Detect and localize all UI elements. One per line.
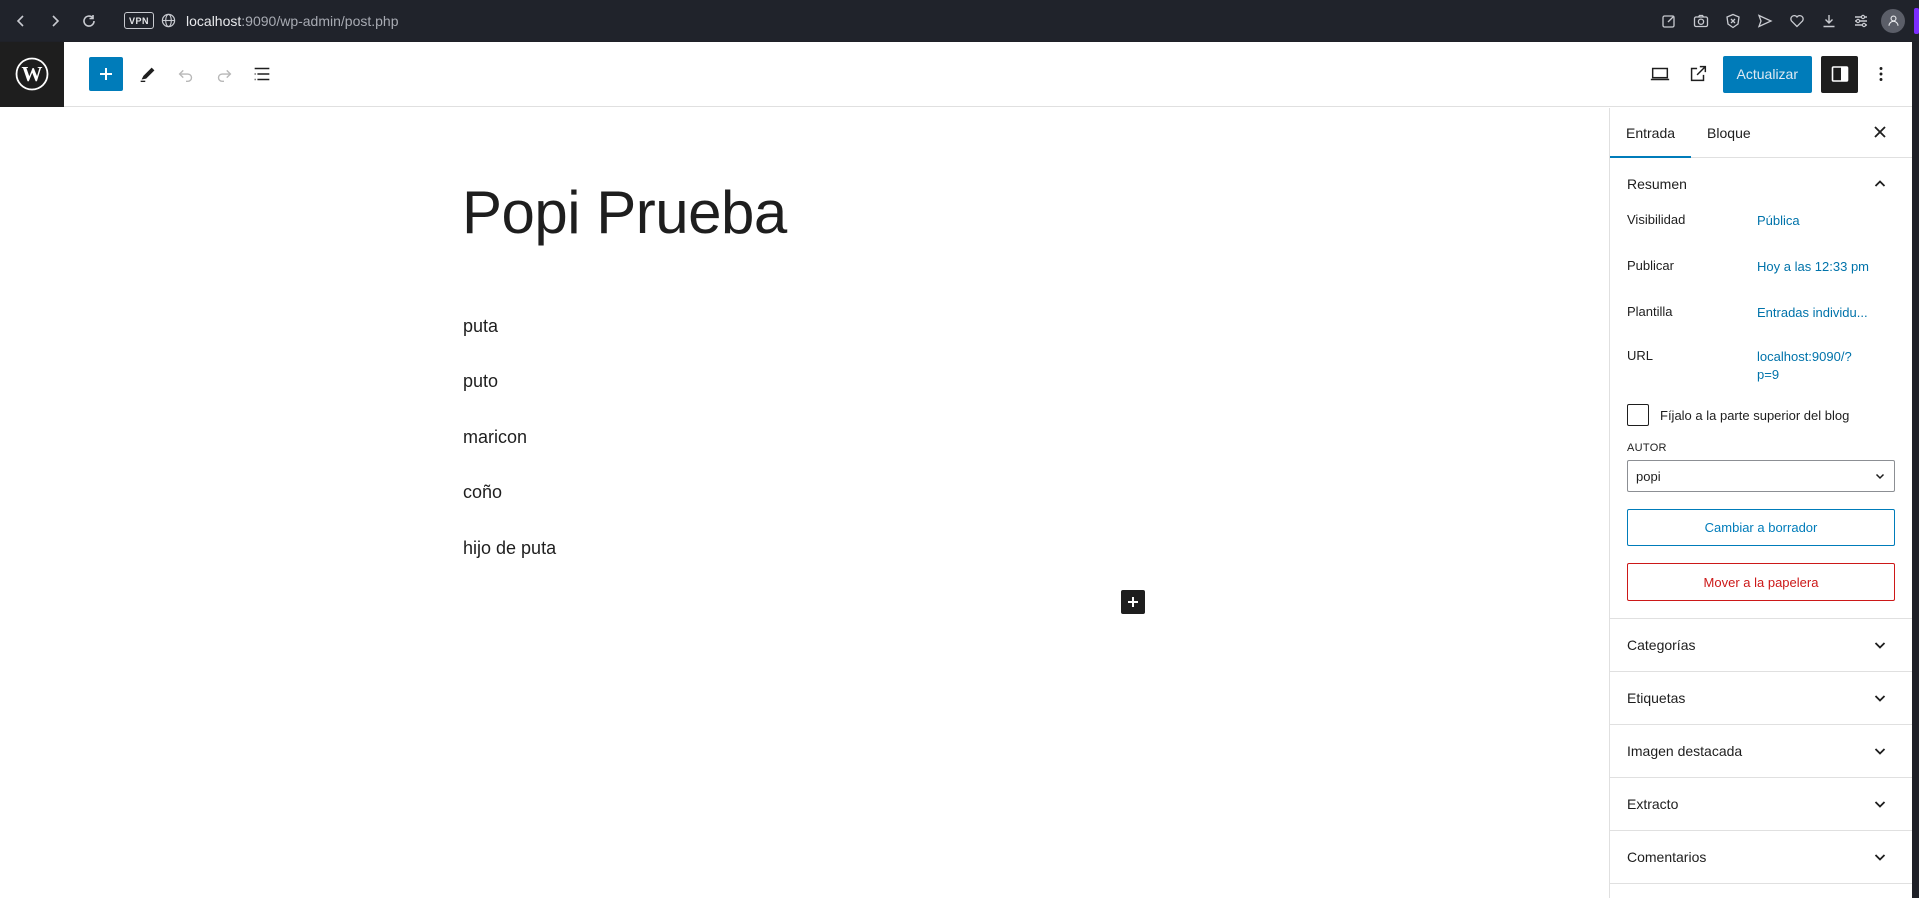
template-link[interactable]: Entradas individu...: [1757, 304, 1887, 340]
tab-entrada[interactable]: Entrada: [1610, 108, 1692, 158]
paragraph-block[interactable]: puta: [463, 316, 498, 337]
adblock-icon[interactable]: [1717, 6, 1749, 36]
sidebar-accent: [1914, 8, 1919, 34]
panel-categorias[interactable]: Categorías: [1610, 619, 1912, 672]
template-row: Plantilla Entradas individu...: [1610, 304, 1912, 340]
post-title[interactable]: Popi Prueba: [462, 178, 787, 247]
more-options-icon[interactable]: [1862, 56, 1900, 92]
sidebar-tabs: Entrada Bloque: [1610, 108, 1912, 158]
template-label: Plantilla: [1627, 304, 1673, 319]
chevron-down-icon: [1874, 695, 1886, 702]
url-row: URL localhost:9090/? p=9: [1610, 348, 1912, 396]
panel-extracto[interactable]: Extracto: [1610, 778, 1912, 831]
sticky-label: Fíjalo a la parte superior del blog: [1660, 407, 1850, 423]
chevron-down-icon: [1874, 642, 1886, 649]
vpn-badge[interactable]: VPN: [124, 12, 155, 29]
paragraph-block[interactable]: hijo de puta: [463, 538, 556, 559]
download-icon[interactable]: [1813, 6, 1845, 36]
panel-etiquetas[interactable]: Etiquetas: [1610, 672, 1912, 725]
reload-icon[interactable]: [74, 6, 104, 36]
panel-comentarios-label: Comentarios: [1627, 849, 1707, 865]
editor-header: W Actualizar: [0, 41, 1912, 107]
summary-panel: Resumen Visibilidad Pública Publicar Hoy…: [1610, 158, 1912, 619]
url-link-line1: localhost:9090/?: [1757, 349, 1852, 364]
visibility-label: Visibilidad: [1627, 212, 1686, 227]
author-select-value: popi: [1636, 468, 1661, 484]
chevron-down-icon: [1874, 748, 1886, 755]
move-to-trash-button[interactable]: Mover a la papelera: [1627, 563, 1895, 601]
add-block-button[interactable]: [89, 57, 123, 91]
url-path: :9090/wp-admin/post.php: [241, 12, 399, 29]
chevron-up-icon: [1874, 180, 1886, 187]
paragraph-block[interactable]: puto: [463, 371, 498, 392]
publish-row: Publicar Hoy a las 12:33 pm: [1610, 258, 1912, 294]
url-host: localhost: [186, 12, 242, 29]
browser-toolbar: VPN localhost:9090/wp-admin/post.php: [0, 0, 1919, 41]
redo-icon[interactable]: [205, 56, 243, 92]
paragraph-block[interactable]: maricon: [463, 427, 527, 448]
paragraph-block[interactable]: coño: [463, 482, 502, 503]
view-post-icon[interactable]: [1679, 56, 1717, 92]
profile-icon[interactable]: [1881, 8, 1905, 33]
summary-panel-toggle[interactable]: Resumen: [1610, 158, 1912, 210]
preview-device-icon[interactable]: [1641, 56, 1679, 92]
panel-imagen-destacada[interactable]: Imagen destacada: [1610, 725, 1912, 778]
document-overview-icon[interactable]: [243, 56, 281, 92]
wordpress-logo-icon[interactable]: W: [0, 41, 64, 107]
switch-to-draft-button[interactable]: Cambiar a borrador: [1627, 509, 1895, 546]
update-button[interactable]: Actualizar: [1722, 55, 1812, 93]
chevron-down-icon: [1874, 801, 1886, 808]
visibility-row: Visibilidad Pública: [1610, 212, 1912, 248]
svg-text:W: W: [22, 62, 43, 86]
author-select[interactable]: popi: [1627, 460, 1895, 492]
settings-sidebar-toggle-icon[interactable]: [1821, 55, 1858, 93]
visibility-link[interactable]: Pública: [1757, 212, 1887, 248]
edit-page-icon[interactable]: [1653, 6, 1685, 36]
heart-icon[interactable]: [1781, 6, 1813, 36]
editor-canvas[interactable]: Popi Prueba puta puto maricon coño hijo …: [0, 108, 1608, 898]
publish-label: Publicar: [1627, 258, 1674, 273]
summary-heading: Resumen: [1627, 176, 1687, 192]
panel-categorias-label: Categorías: [1627, 637, 1696, 653]
panel-extracto-label: Extracto: [1627, 796, 1679, 812]
chevron-down-icon: [1874, 854, 1886, 861]
back-icon[interactable]: [6, 6, 36, 36]
panel-etiquetas-label: Etiquetas: [1627, 690, 1686, 706]
block-inserter-button[interactable]: [1121, 590, 1145, 614]
globe-icon: [161, 13, 176, 28]
camera-icon[interactable]: [1685, 6, 1717, 36]
sticky-row: Fíjalo a la parte superior del blog: [1610, 404, 1912, 426]
url-label: URL: [1627, 348, 1654, 363]
send-icon[interactable]: [1749, 6, 1781, 36]
tab-bloque[interactable]: Bloque: [1691, 108, 1767, 157]
url-link[interactable]: localhost:9090/? p=9: [1757, 348, 1887, 396]
undo-icon[interactable]: [167, 56, 205, 92]
sticky-checkbox[interactable]: [1627, 404, 1649, 426]
panel-comentarios[interactable]: Comentarios: [1610, 831, 1912, 884]
easy-setup-icon[interactable]: [1845, 6, 1877, 36]
edit-tools-icon[interactable]: [129, 56, 167, 92]
address-bar[interactable]: localhost:9090/wp-admin/post.php: [186, 13, 398, 29]
url-link-line2: p=9: [1757, 367, 1780, 382]
publish-date-link[interactable]: Hoy a las 12:33 pm: [1757, 258, 1887, 294]
settings-sidebar: Entrada Bloque Resumen Visibilidad Públi…: [1609, 108, 1912, 898]
block-editor: W Actualizar Popi Prueba puta puto maric…: [0, 41, 1912, 898]
author-label: AUTOR: [1627, 442, 1667, 454]
panel-imagen-destacada-label: Imagen destacada: [1627, 743, 1743, 759]
forward-icon[interactable]: [40, 6, 70, 36]
close-icon[interactable]: [1870, 122, 1890, 147]
chevron-down-icon: [1875, 473, 1885, 480]
